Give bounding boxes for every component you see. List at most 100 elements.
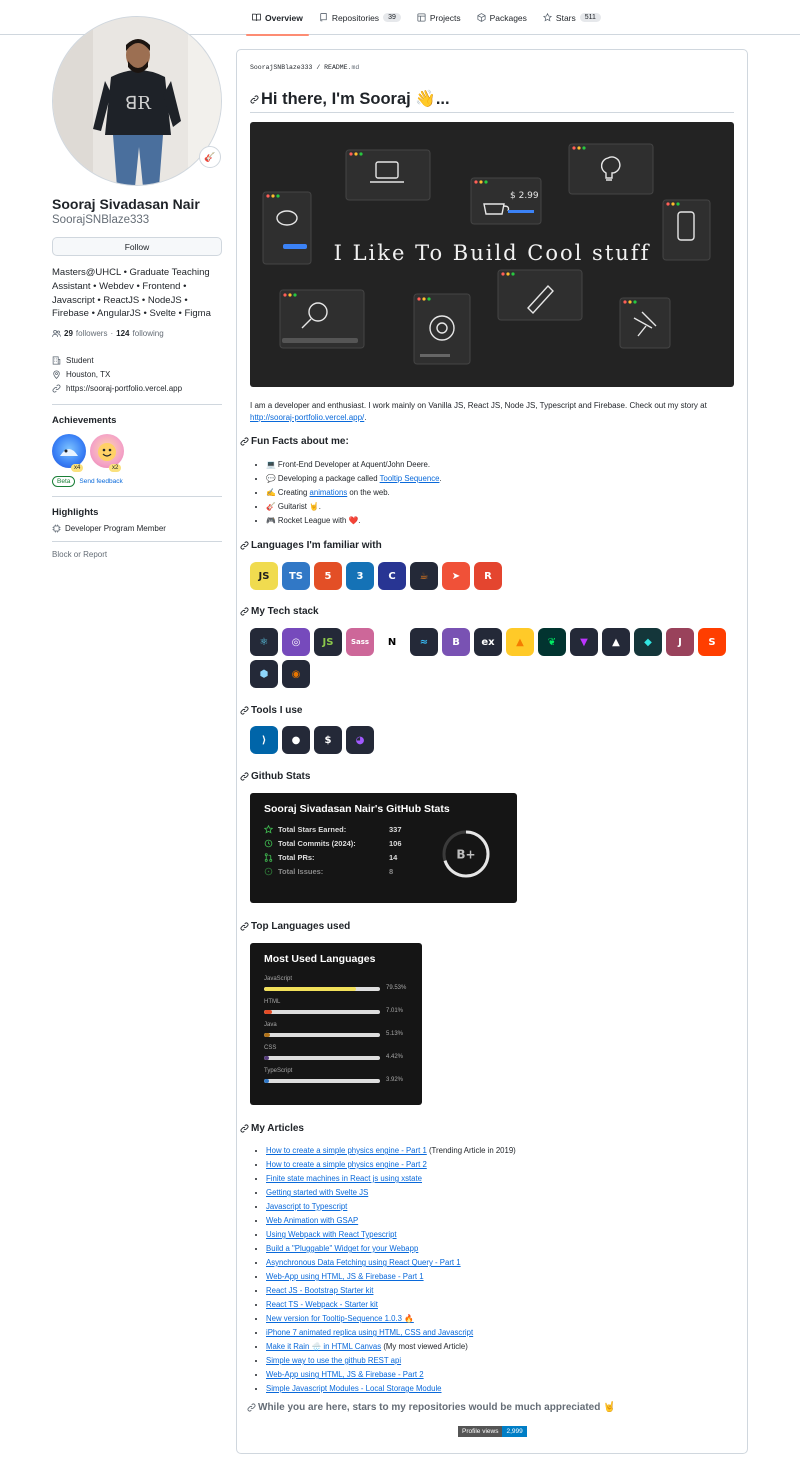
followers-count[interactable]: 29 xyxy=(64,329,73,338)
vscode-icon: ⟩ xyxy=(250,726,278,754)
anchor-link-icon[interactable] xyxy=(250,95,259,104)
intro-text: I am a developer and enthusiast. I work … xyxy=(250,401,707,410)
anchor-link-icon[interactable] xyxy=(240,922,249,931)
pull-request-icon xyxy=(264,852,273,862)
stat-row: Total PRs: 14 xyxy=(264,851,397,863)
following-count[interactable]: 124 xyxy=(116,329,129,338)
tab-overview[interactable]: Overview xyxy=(244,0,311,36)
article-link[interactable]: Javascript to Typescript xyxy=(266,1202,347,1211)
anchor-link-icon[interactable] xyxy=(247,1403,256,1412)
issue-icon xyxy=(264,867,273,875)
list-item: 🎮 Rocket League with ❤️. xyxy=(266,514,442,528)
package-icon xyxy=(477,13,486,22)
anchor-link-icon[interactable] xyxy=(240,772,249,781)
languages-heading: Languages I'm familiar with xyxy=(240,540,382,551)
article-link[interactable]: Web-App using HTML, JS & Firebase - Part… xyxy=(266,1370,424,1379)
article-link[interactable]: New version for Tooltip-Sequence 1.0.3 🔥 xyxy=(266,1314,414,1323)
article-link[interactable]: Simple Javascript Modules - Local Storag… xyxy=(266,1384,442,1393)
website-link[interactable]: https://sooraj-portfolio.vercel.app xyxy=(66,384,182,393)
list-item: React JS - Bootstrap Starter kit xyxy=(266,1284,516,1298)
article-link[interactable]: Getting started with Svelte JS xyxy=(266,1188,368,1197)
followers-label[interactable]: followers xyxy=(76,329,108,338)
language-name: CSS xyxy=(264,1045,277,1051)
divider xyxy=(52,541,222,543)
divider xyxy=(52,404,222,406)
article-link[interactable]: iPhone 7 animated replica using HTML, CS… xyxy=(266,1328,473,1337)
article-link[interactable]: Finite state machines in React js using … xyxy=(266,1174,422,1183)
anchor-link-icon[interactable] xyxy=(240,607,249,616)
language-track xyxy=(264,1010,380,1014)
tab-projects[interactable]: Projects xyxy=(409,0,469,35)
top-languages-card: Most Used Languages JavaScript 79.53% HT… xyxy=(250,943,422,1105)
heading-text: Languages I'm familiar with xyxy=(251,540,382,551)
language-bar: HTML 7.01% xyxy=(264,999,414,1019)
article-link[interactable]: How to create a simple physics engine - … xyxy=(266,1146,427,1155)
portfolio-link[interactable]: http://sooraj-portfolio.vercel.app/ xyxy=(250,413,364,422)
list-item: 🎸 Guitarist 🤘. xyxy=(266,500,442,514)
swift-icon: ➤ xyxy=(442,562,470,590)
follow-button[interactable]: Follow xyxy=(52,237,222,256)
article-link[interactable]: React TS - Webpack - Starter kit xyxy=(266,1300,378,1309)
nextjs-icon: N xyxy=(378,628,406,656)
crumb-user[interactable]: SoorajSNBlaze333 xyxy=(250,64,312,71)
send-feedback-link[interactable]: Send feedback xyxy=(79,478,122,485)
list-item: How to create a simple physics engine - … xyxy=(266,1158,516,1172)
achievements-list: x4 x2 xyxy=(52,434,222,473)
avatar[interactable]: ꓭR xyxy=(52,16,222,186)
language-percent: 3.92% xyxy=(386,1077,404,1083)
tailwind-icon: ≈ xyxy=(410,628,438,656)
article-link[interactable]: React JS - Bootstrap Starter kit xyxy=(266,1286,373,1295)
achievement-badge-quickdraw[interactable]: x2 xyxy=(90,434,124,473)
heading-text: Github Stats xyxy=(251,771,311,782)
anchor-link-icon[interactable] xyxy=(240,541,249,550)
org-detail: Student xyxy=(52,353,222,367)
stat-value: 337 xyxy=(389,824,402,834)
articles-list: How to create a simple physics engine - … xyxy=(266,1144,516,1396)
readme-breadcrumb: SoorajSNBlaze333 / README.md xyxy=(250,64,359,71)
anchor-link-icon[interactable] xyxy=(240,706,249,715)
article-link[interactable]: Using Webpack with React Typescript xyxy=(266,1230,397,1239)
anchor-link-icon[interactable] xyxy=(240,1124,249,1133)
github-icon: ● xyxy=(282,726,310,754)
achievements-heading[interactable]: Achievements xyxy=(52,415,222,426)
banner-price: $ 2.99 xyxy=(510,191,539,201)
tab-packages[interactable]: Packages xyxy=(469,0,535,35)
tooltip-sequence-link[interactable]: Tooltip Sequence xyxy=(380,474,440,483)
fact-text: ✍ Creating xyxy=(266,488,310,497)
article-link[interactable]: Web Animation with GSAP xyxy=(266,1216,358,1225)
list-item: 💬 Developing a package called Tooltip Se… xyxy=(266,472,442,486)
article-link[interactable]: Build a "Pluggable" Widget for your Weba… xyxy=(266,1244,418,1253)
people-icon xyxy=(52,330,61,338)
stars-count-badge: 511 xyxy=(579,13,601,22)
stat-label: Total Stars Earned: xyxy=(278,824,347,834)
list-item: Build a "Pluggable" Widget for your Weba… xyxy=(266,1242,516,1256)
netlify-icon: ◆ xyxy=(634,628,662,656)
list-item: Make it Rain 🌧️ in HTML Canvas (My most … xyxy=(266,1340,516,1354)
animations-link[interactable]: animations xyxy=(310,488,348,497)
redux-icon: ◎ xyxy=(282,628,310,656)
language-percent: 4.42% xyxy=(386,1054,404,1060)
grade-text: B+ xyxy=(456,848,475,862)
following-label[interactable]: following xyxy=(133,329,164,338)
tab-stars[interactable]: Stars 511 xyxy=(535,0,609,35)
svelte-icon: S xyxy=(698,628,726,656)
article-link[interactable]: Asynchronous Data Fetching using React Q… xyxy=(266,1258,461,1267)
heading-text: Fun Facts about me: xyxy=(251,436,349,447)
article-link[interactable]: How to create a simple physics engine - … xyxy=(266,1160,427,1169)
vercel-icon: ▲ xyxy=(602,628,630,656)
crumb-separator: / xyxy=(316,64,321,71)
location-detail: Houston, TX xyxy=(52,367,222,381)
status-emoji[interactable]: 🎸 xyxy=(199,146,221,168)
article-link[interactable]: Simple way to use the github REST api xyxy=(266,1356,401,1365)
article-link[interactable]: Make it Rain 🌧️ in HTML Canvas xyxy=(266,1342,381,1351)
list-item: Simple Javascript Modules - Local Storag… xyxy=(266,1382,516,1396)
article-link[interactable]: Web-App using HTML, JS & Firebase - Part… xyxy=(266,1272,424,1281)
closing-heading: While you are here, stars to my reposito… xyxy=(247,1402,616,1413)
anchor-link-icon[interactable] xyxy=(240,437,249,446)
stat-label: Total Issues: xyxy=(278,866,324,876)
list-item: ✍ Creating animations on the web. xyxy=(266,486,442,500)
achievement-badge-pull-shark[interactable]: x4 xyxy=(52,434,86,473)
views-label: Profile views xyxy=(458,1426,503,1437)
tab-repositories[interactable]: Repositories 39 xyxy=(311,0,409,35)
block-report-link[interactable]: Block or Report xyxy=(52,550,222,559)
